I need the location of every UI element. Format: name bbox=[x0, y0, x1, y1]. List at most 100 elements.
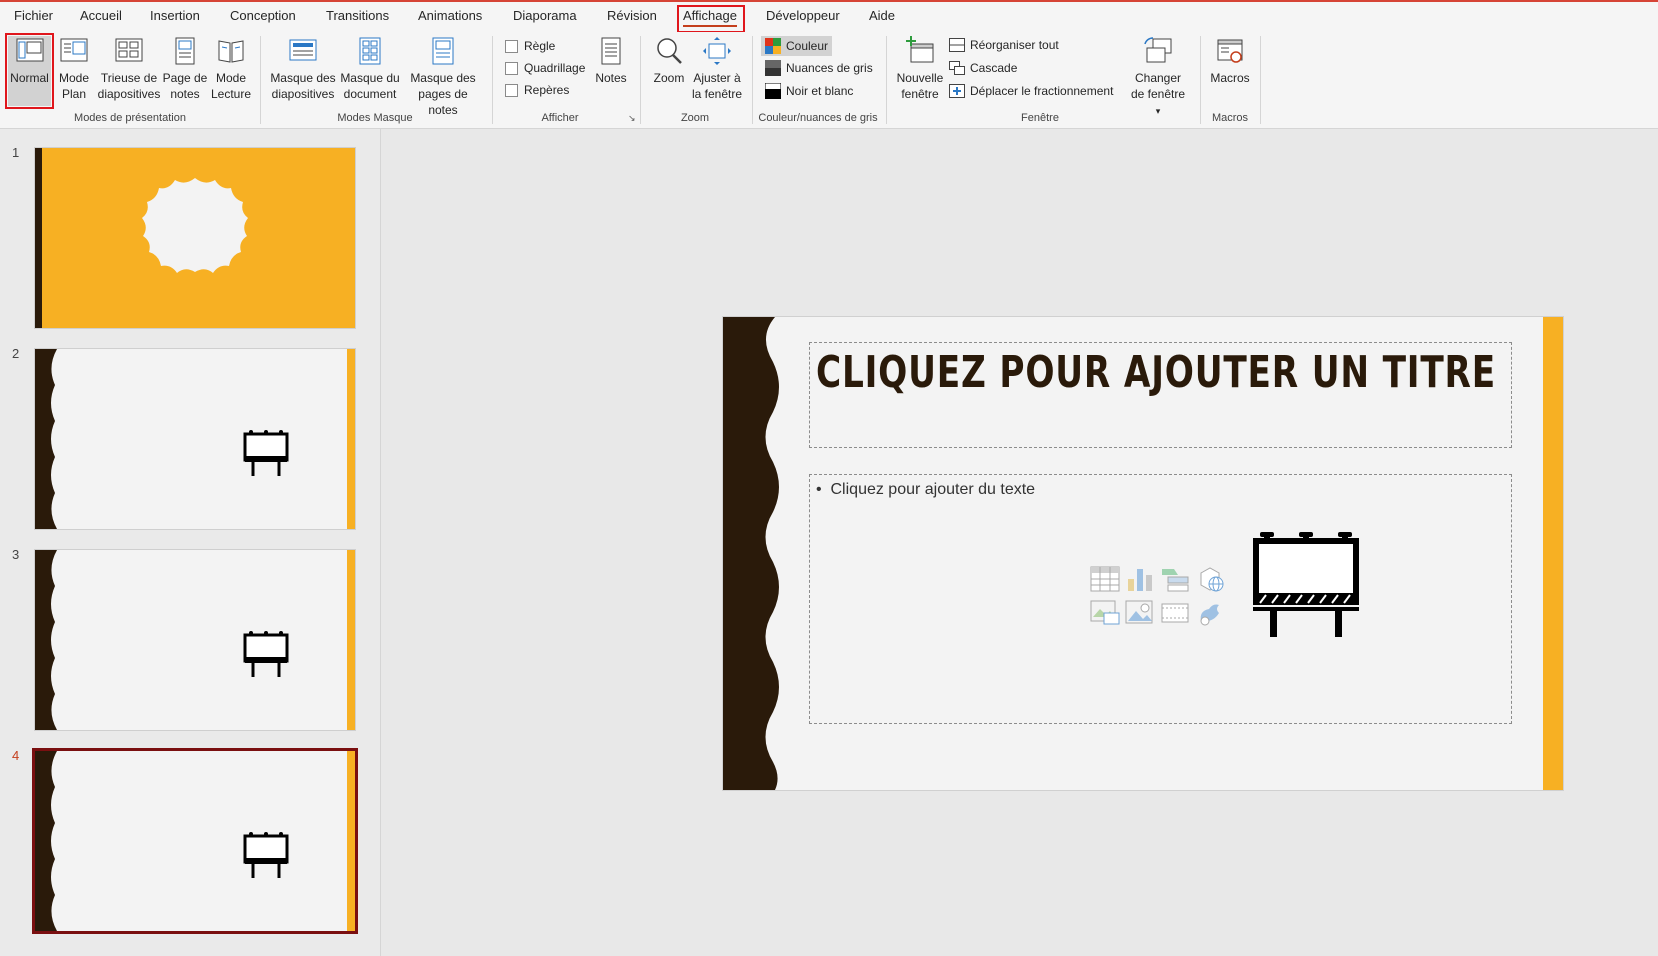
billboard-icon bbox=[1253, 532, 1359, 637]
move-split-button[interactable]: Déplacer le fractionnement bbox=[949, 84, 1113, 98]
title-placeholder[interactable]: CLIQUEZ POUR AJOUTER UN TITRE bbox=[809, 342, 1512, 448]
affichage-highlight-box bbox=[677, 5, 745, 33]
insert-video-icon[interactable] bbox=[1160, 599, 1190, 627]
gridlines-label: Quadrillage bbox=[524, 61, 586, 75]
content-placeholder-text: • Cliquez pour ajouter du texte bbox=[816, 481, 1035, 499]
tab-revision[interactable]: Révision bbox=[607, 8, 657, 23]
zoom-label: Zoom bbox=[653, 71, 685, 85]
slide-thumbnail-4[interactable] bbox=[35, 751, 355, 931]
content-placeholder[interactable]: • Cliquez pour ajouter du texte bbox=[809, 474, 1512, 724]
slide-sorter-button[interactable]: Trieuse de diapositives bbox=[96, 36, 162, 102]
slide-thumbnail-1[interactable] bbox=[35, 148, 355, 328]
group-label-macros: Macros bbox=[1211, 112, 1249, 124]
slide-canvas[interactable]: CLIQUEZ POUR AJOUTER UN TITRE • Cliquez … bbox=[723, 317, 1563, 790]
title-slide-graphic bbox=[35, 148, 355, 328]
insert-chart-icon[interactable] bbox=[1125, 565, 1155, 593]
arrange-all-button[interactable]: Réorganiser tout bbox=[949, 38, 1059, 52]
new-window-icon bbox=[906, 36, 934, 63]
body-placeholder-text: Cliquez pour ajouter du texte bbox=[830, 481, 1036, 498]
macros-icon bbox=[1217, 39, 1243, 63]
slide-thumbnail-2[interactable] bbox=[35, 349, 355, 529]
new-window-button[interactable]: Nouvelle fenêtre bbox=[892, 36, 948, 102]
outline-view-label: Mode Plan bbox=[58, 71, 90, 101]
normal-highlight-box bbox=[5, 33, 54, 109]
notes-master-icon bbox=[432, 37, 454, 65]
checkbox-box bbox=[505, 61, 518, 75]
slide-master-icon bbox=[289, 39, 317, 61]
macros-button[interactable]: Macros bbox=[1207, 36, 1253, 86]
ruler-label: Règle bbox=[524, 39, 556, 53]
notes-master-button[interactable]: Masque des pages de notes bbox=[402, 36, 484, 118]
ribbon-separator bbox=[886, 36, 887, 124]
arrange-all-label: Réorganiser tout bbox=[970, 38, 1059, 52]
zoom-icon bbox=[657, 38, 682, 64]
notes-page-button[interactable]: Page de notes bbox=[162, 36, 208, 102]
tab-aide[interactable]: Aide bbox=[869, 8, 895, 23]
ribbon-separator bbox=[640, 36, 641, 124]
slide-master-button[interactable]: Masque des diapositives bbox=[268, 36, 338, 102]
tab-conception[interactable]: Conception bbox=[230, 8, 296, 23]
black-white-label: Noir et blanc bbox=[786, 84, 854, 98]
guides-checkbox[interactable]: Repères bbox=[505, 83, 569, 97]
checkbox-box bbox=[505, 39, 518, 53]
reading-view-icon bbox=[218, 40, 244, 63]
notes-button[interactable]: Notes bbox=[591, 36, 631, 86]
group-label-color: Couleur/nuances de gris bbox=[758, 112, 878, 124]
tab-accueil[interactable]: Accueil bbox=[80, 8, 122, 23]
slide-sorter-icon bbox=[115, 38, 143, 62]
reading-view-button[interactable]: Mode Lecture bbox=[210, 36, 252, 102]
move-split-icon bbox=[949, 84, 965, 98]
ribbon-separator bbox=[260, 36, 261, 124]
notes-page-icon bbox=[175, 37, 195, 65]
tab-transitions[interactable]: Transitions bbox=[326, 8, 389, 23]
zoom-button[interactable]: Zoom bbox=[648, 36, 690, 86]
move-split-label: Déplacer le fractionnement bbox=[970, 84, 1114, 98]
insert-picture-icon[interactable] bbox=[1090, 599, 1120, 627]
tab-fichier[interactable]: Fichier bbox=[14, 8, 53, 23]
cascade-icon bbox=[949, 61, 965, 75]
reading-view-label: Mode Lecture bbox=[210, 71, 252, 101]
thumbnail-number: 4 bbox=[12, 748, 20, 763]
chevron-down-icon: ▾ bbox=[1155, 106, 1161, 116]
slide-thumbnail-pane: 1 2 3 4 bbox=[0, 129, 381, 956]
ribbon-separator bbox=[492, 36, 493, 124]
black-white-button[interactable]: Noir et blanc bbox=[765, 83, 853, 99]
insert-table-icon[interactable] bbox=[1090, 565, 1120, 593]
insert-stock-image-icon[interactable] bbox=[1125, 599, 1155, 627]
ruler-checkbox[interactable]: Règle bbox=[505, 39, 555, 53]
slide-thumbnail-3[interactable] bbox=[35, 550, 355, 730]
switch-windows-icon bbox=[1144, 37, 1172, 63]
grayscale-button[interactable]: Nuances de gris bbox=[765, 60, 873, 76]
insert-smartart-icon[interactable] bbox=[1160, 565, 1190, 593]
content-slide-graphic bbox=[35, 751, 355, 931]
insert-icons-icon[interactable] bbox=[1195, 599, 1225, 627]
fit-to-window-label: Ajuster à la fenêtre bbox=[691, 71, 743, 101]
tab-diaporama[interactable]: Diaporama bbox=[513, 8, 577, 23]
handout-master-button[interactable]: Masque du document bbox=[338, 36, 402, 102]
title-placeholder-text: CLIQUEZ POUR AJOUTER UN TITRE bbox=[816, 347, 1496, 398]
handout-master-label: Masque du document bbox=[340, 71, 400, 101]
guides-label: Repères bbox=[524, 83, 570, 97]
switch-windows-button[interactable]: Changer de fenêtre ▾ bbox=[1125, 36, 1191, 119]
checkbox-box bbox=[505, 83, 518, 97]
cascade-button[interactable]: Cascade bbox=[949, 61, 1017, 75]
arrange-all-icon bbox=[949, 38, 965, 52]
macros-label: Macros bbox=[1210, 71, 1250, 85]
notes-label: Notes bbox=[595, 71, 627, 85]
new-window-label: Nouvelle fenêtre bbox=[896, 71, 944, 101]
notes-page-label: Page de notes bbox=[162, 71, 208, 101]
color-label: Couleur bbox=[786, 39, 829, 53]
tab-animations[interactable]: Animations bbox=[418, 8, 482, 23]
dialog-launcher-icon[interactable]: ↘ bbox=[628, 113, 636, 124]
tab-insertion[interactable]: Insertion bbox=[150, 8, 200, 23]
group-label-zoom: Zoom bbox=[680, 112, 710, 124]
fit-to-window-button[interactable]: Ajuster à la fenêtre bbox=[690, 36, 744, 102]
tab-developpeur[interactable]: Développeur bbox=[766, 8, 840, 23]
outline-view-icon bbox=[60, 38, 88, 62]
insert-3d-model-icon[interactable] bbox=[1195, 565, 1225, 593]
outline-view-button[interactable]: Mode Plan bbox=[54, 36, 94, 102]
handout-master-icon bbox=[359, 37, 381, 65]
ribbon-separator bbox=[1200, 36, 1201, 124]
color-button[interactable]: Couleur bbox=[761, 36, 833, 56]
gridlines-checkbox[interactable]: Quadrillage bbox=[505, 61, 585, 75]
